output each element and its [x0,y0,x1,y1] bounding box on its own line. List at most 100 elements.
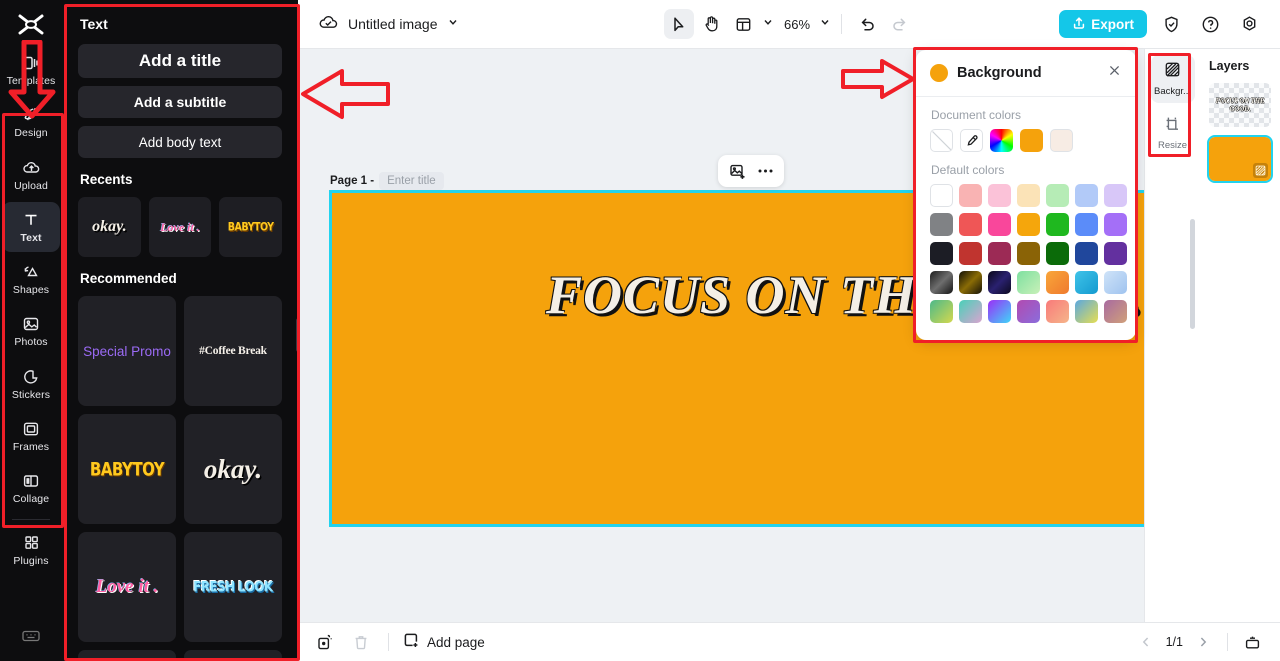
add-image-icon[interactable] [724,158,750,184]
color-swatch[interactable] [1075,300,1098,323]
background-tool-button[interactable]: Backgr... [1150,55,1195,103]
chevron-down-icon[interactable] [447,15,459,33]
document-title[interactable]: Untitled image [348,16,438,32]
export-button[interactable]: Export [1059,10,1147,38]
color-swatch[interactable] [1046,300,1069,323]
recommended-style-item[interactable]: okay. [184,414,282,524]
redo-arrow-icon[interactable] [884,9,914,39]
bottom-toolbar: Add page 1/1 [298,622,1280,661]
color-swatch[interactable] [988,271,1011,294]
color-swatch[interactable] [1017,271,1040,294]
recommended-style-item[interactable]: FRESH LOOK [184,532,282,642]
color-swatch[interactable] [1017,213,1040,236]
background-tool-label: Backgr... [1154,86,1191,97]
recommended-style-item[interactable]: Love it . [78,532,176,642]
sidebar-item-keyboard[interactable] [2,611,60,661]
color-swatch[interactable] [1075,242,1098,265]
question-circle-icon[interactable] [1195,9,1225,39]
color-swatch[interactable] [1104,271,1127,294]
color-swatch[interactable] [930,242,953,265]
add-subtitle-button[interactable]: Add a subtitle [78,86,282,118]
recent-text-style-item[interactable]: Love it . [148,197,212,257]
add-title-button[interactable]: Add a title [78,44,282,78]
eyedropper-swatch[interactable] [960,129,983,152]
orange-swatch[interactable] [1020,129,1043,152]
undo-arrow-icon[interactable] [852,9,882,39]
color-swatch[interactable] [1017,242,1040,265]
sidebar-item-shapes[interactable]: Shapes [2,254,60,304]
color-swatch[interactable] [1046,242,1069,265]
color-swatch[interactable] [1075,213,1098,236]
export-label: Export [1091,16,1134,32]
zoom-level-value[interactable]: 66% [781,17,813,32]
color-swatch[interactable] [930,300,953,323]
color-swatch[interactable] [1017,184,1040,207]
cream-swatch[interactable] [1050,129,1073,152]
sidebar-item-stickers[interactable]: Stickers [2,359,60,409]
color-swatch[interactable] [930,184,953,207]
recommended-style-item[interactable]: BABYTOY [78,414,176,524]
color-swatch[interactable] [988,300,1011,323]
color-picker-swatch[interactable] [990,129,1013,152]
sidebar-item-plugins[interactable]: Plugins [2,524,60,574]
recent-text-style-item[interactable]: okay. [78,197,141,257]
color-swatch[interactable] [959,242,982,265]
color-swatch[interactable] [930,213,953,236]
sidebar-item-text[interactable]: Text [2,201,60,252]
layout-grid-icon[interactable] [728,9,758,39]
panel-resize-handle[interactable] [296,318,298,352]
resize-tool-button[interactable]: Resize [1151,109,1195,157]
sidebar-item-templates[interactable]: Templates [2,45,60,95]
gear-icon[interactable] [1234,9,1264,39]
color-swatch[interactable] [1017,300,1040,323]
timeline-panel-icon[interactable] [1239,629,1265,655]
color-swatch[interactable] [1075,271,1098,294]
color-swatch[interactable] [930,271,953,294]
color-swatch[interactable] [1075,184,1098,207]
color-swatch[interactable] [959,300,982,323]
color-swatch[interactable] [1046,271,1069,294]
sidebar-item-upload[interactable]: Upload [2,149,60,199]
recommended-style-item[interactable] [184,650,282,661]
sidebar-item-frames[interactable]: Frames [2,411,60,461]
recommended-style-item[interactable]: Special Promo [78,296,176,406]
color-swatch[interactable] [959,271,982,294]
hand-icon[interactable] [696,9,726,39]
color-swatch[interactable] [959,213,982,236]
transparent-swatch[interactable] [930,129,953,152]
close-x-icon[interactable] [1107,63,1122,83]
duplicate-page-icon[interactable] [312,629,338,655]
shield-check-icon[interactable] [1156,9,1186,39]
canvas-vertical-scrollbar[interactable] [1190,219,1195,329]
trash-icon[interactable] [348,629,374,655]
sidebar-item-design[interactable]: Design [2,97,60,147]
page-more-options-icon[interactable] [752,158,778,184]
chevron-left-icon[interactable] [1133,629,1159,655]
layer-item-background[interactable] [1207,135,1273,183]
add-page-label: Add page [427,634,485,650]
cursor-arrow-icon[interactable] [664,9,694,39]
chevron-down-icon[interactable] [762,15,774,33]
recommended-style-item[interactable]: #Coffee Break [184,296,282,406]
chevron-down-icon[interactable] [819,15,831,33]
color-swatch[interactable] [1046,213,1069,236]
recent-text-style-item[interactable]: BABYTOY [219,197,282,257]
color-swatch[interactable] [988,213,1011,236]
add-body-text-button[interactable]: Add body text [78,126,282,158]
color-swatch[interactable] [1046,184,1069,207]
layer-item-text[interactable]: FOCUS ON THE GOOD. [1209,83,1271,127]
color-swatch[interactable] [1104,300,1127,323]
sidebar-item-collage[interactable]: Collage [2,463,60,513]
color-swatch[interactable] [1104,184,1127,207]
capcut-logo-icon[interactable] [14,10,48,43]
recommended-style-item[interactable] [78,650,176,661]
color-swatch[interactable] [1104,213,1127,236]
page-title-input[interactable]: Enter title [379,172,444,190]
color-swatch[interactable] [988,184,1011,207]
sidebar-item-photos[interactable]: Photos [2,306,60,356]
color-swatch[interactable] [988,242,1011,265]
chevron-right-icon[interactable] [1190,629,1216,655]
color-swatch[interactable] [1104,242,1127,265]
color-swatch[interactable] [959,184,982,207]
add-page-button[interactable]: Add page [403,632,485,652]
